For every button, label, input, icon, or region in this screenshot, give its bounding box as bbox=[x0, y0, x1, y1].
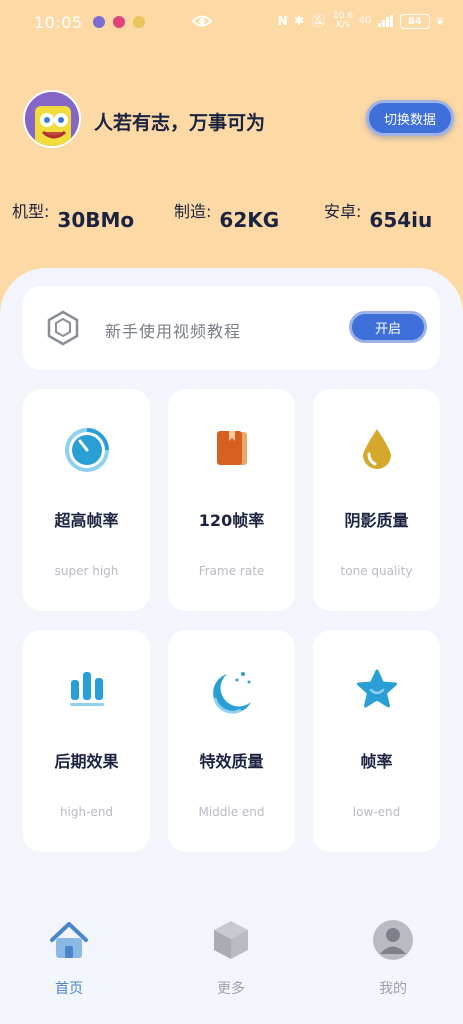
home-icon bbox=[50, 922, 88, 958]
nfc-icon: N bbox=[277, 14, 288, 28]
tile-subtitle: low-end bbox=[352, 805, 401, 819]
user-icon bbox=[373, 920, 413, 960]
cube-outline-icon bbox=[47, 310, 79, 346]
tile-subtitle: tone quality bbox=[340, 564, 413, 578]
network-type: 4G bbox=[359, 15, 372, 26]
status-time: 10:05 bbox=[34, 12, 83, 32]
tile-title: 120帧率 bbox=[198, 511, 265, 530]
bluetooth-icon: ✱ bbox=[293, 13, 305, 29]
nav-label: 更多 bbox=[217, 981, 245, 997]
avatar-image bbox=[25, 92, 79, 146]
battery-indicator: 84 bbox=[399, 13, 430, 29]
stat-label: 制造: bbox=[174, 202, 212, 221]
video-tutorial-card[interactable]: 新手使用视频教程 开启 bbox=[23, 286, 440, 370]
tile-title: 阴影质量 bbox=[344, 511, 409, 530]
tile-title: 帧率 bbox=[360, 752, 393, 771]
tile-shadow-quality[interactable]: 阴影质量 tone quality bbox=[313, 389, 440, 611]
net-speed: 10.6 K/s bbox=[333, 11, 354, 30]
bar-chart-icon bbox=[69, 672, 104, 706]
tile-120-fps[interactable]: 120帧率 Frame rate bbox=[168, 389, 295, 611]
avatar[interactable] bbox=[23, 90, 81, 148]
tile-title: 特效质量 bbox=[199, 752, 264, 771]
tile-subtitle: high-end bbox=[59, 805, 114, 819]
app-notification-icon bbox=[92, 16, 105, 28]
stat-model: 机型: 30BMo bbox=[12, 196, 134, 232]
nav-home[interactable]: 首页 bbox=[19, 918, 119, 998]
tile-frame-rate[interactable]: 帧率 low-end bbox=[313, 630, 440, 852]
stat-label: 机型: bbox=[12, 202, 50, 221]
tile-effects-quality[interactable]: 特效质量 Middle end bbox=[168, 630, 295, 852]
app-notification-icon bbox=[112, 16, 125, 28]
tile-title: 超高帧率 bbox=[54, 511, 119, 530]
stat-value: 62KG bbox=[219, 208, 280, 232]
signal-icon bbox=[377, 15, 393, 27]
speedometer-icon bbox=[64, 428, 109, 472]
stat-android: 安卓: 654iu bbox=[324, 196, 432, 232]
tile-subtitle: super high bbox=[54, 564, 119, 578]
cube-icon bbox=[214, 921, 248, 959]
tile-subtitle: Frame rate bbox=[198, 564, 265, 578]
stat-manufacture: 制造: 62KG bbox=[174, 196, 279, 232]
open-button[interactable]: 开启 bbox=[349, 311, 427, 343]
tile-super-high-fps[interactable]: 超高帧率 super high bbox=[23, 389, 150, 611]
stat-value: 654iu bbox=[369, 208, 433, 232]
nav-mine[interactable]: 我的 bbox=[343, 918, 443, 998]
switch-data-button[interactable]: 切换数据 bbox=[366, 100, 454, 136]
app-notification-icon bbox=[132, 16, 145, 28]
nav-more[interactable]: 更多 bbox=[181, 918, 281, 998]
book-icon bbox=[216, 431, 247, 465]
leaf-icon: ❦ bbox=[435, 14, 445, 28]
stat-value: 30BMo bbox=[57, 208, 135, 232]
star-icon bbox=[356, 669, 397, 708]
eye-icon bbox=[192, 15, 212, 27]
status-right: N ✱ 🔕︎ 10.6 K/s 4G 84 ❦ bbox=[278, 12, 445, 30]
mute-icon: 🔕︎ bbox=[310, 13, 328, 29]
tile-subtitle: Middle end bbox=[198, 805, 265, 819]
profile-motto: 人若有志，万事可为 bbox=[94, 112, 266, 134]
tile-title: 后期效果 bbox=[54, 752, 119, 771]
drop-icon bbox=[362, 429, 391, 469]
notification-icons bbox=[92, 16, 145, 28]
tile-post-effects[interactable]: 后期效果 high-end bbox=[23, 630, 150, 852]
video-tutorial-text: 新手使用视频教程 bbox=[105, 322, 242, 341]
moon-icon bbox=[212, 672, 251, 714]
nav-label: 首页 bbox=[55, 981, 83, 997]
stat-label: 安卓: bbox=[324, 202, 362, 221]
nav-label: 我的 bbox=[379, 981, 407, 997]
